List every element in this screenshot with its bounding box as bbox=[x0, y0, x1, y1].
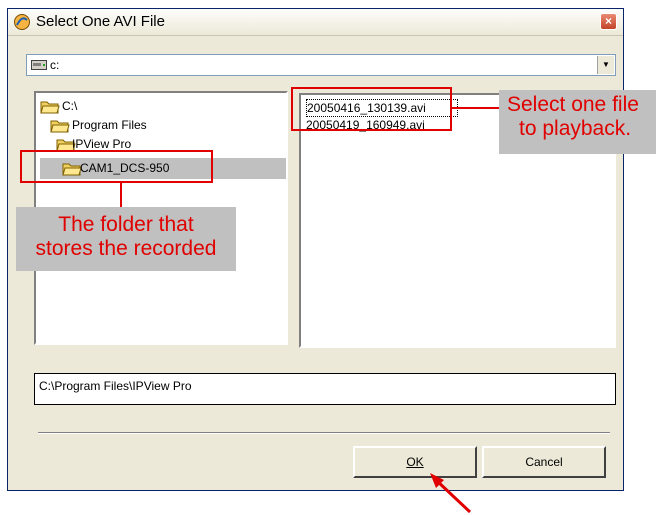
ok-pointer-arrow bbox=[430, 473, 472, 514]
